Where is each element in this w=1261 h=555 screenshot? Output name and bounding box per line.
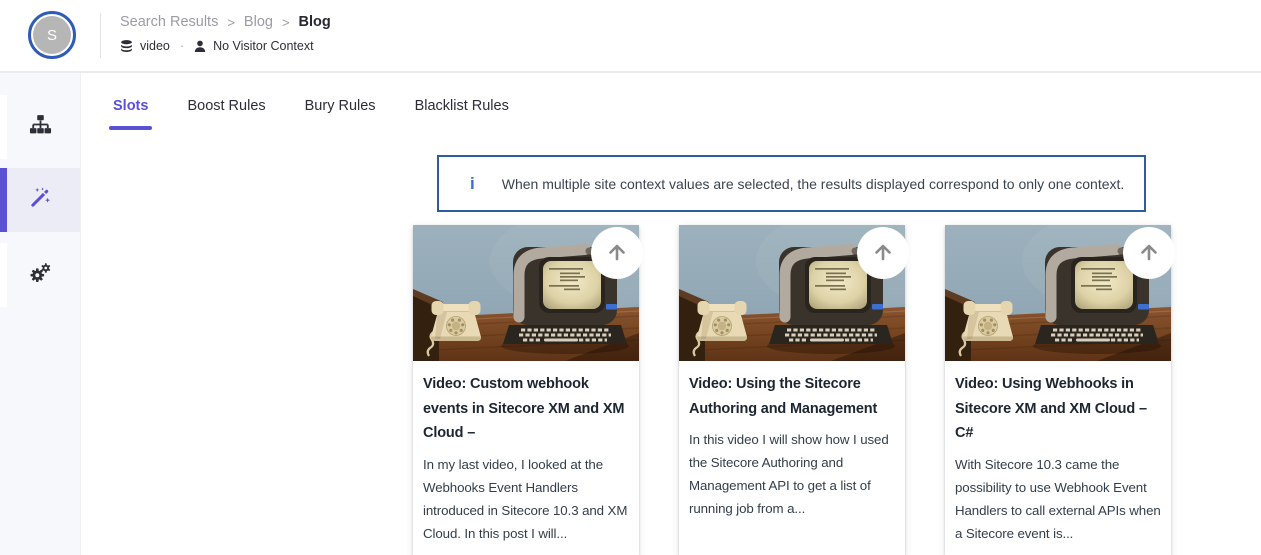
tab-boost-rules[interactable]: Boost Rules bbox=[186, 96, 266, 130]
result-card: Video: Using the Sitecore Authoring and … bbox=[679, 225, 909, 555]
arrow-up-icon bbox=[1137, 240, 1161, 267]
visitor-icon bbox=[194, 40, 206, 53]
source-label: video bbox=[140, 39, 170, 53]
breadcrumb-separator: > bbox=[227, 14, 235, 30]
breadcrumb: Search Results > Blog > Blog bbox=[120, 14, 331, 30]
breadcrumb-item-search-results[interactable]: Search Results bbox=[120, 14, 218, 30]
tab-slots[interactable]: Slots bbox=[108, 96, 153, 130]
card-title: Video: Custom webhook events in Sitecore… bbox=[423, 376, 625, 441]
promote-up-button[interactable] bbox=[857, 227, 909, 279]
avatar[interactable]: S bbox=[28, 11, 76, 59]
gears-icon bbox=[28, 261, 52, 290]
arrow-up-icon bbox=[871, 240, 895, 267]
result-card: Video: Custom webhook events in Sitecore… bbox=[413, 225, 643, 555]
avatar-initial: S bbox=[33, 16, 71, 54]
sidebar-item-domain-settings[interactable] bbox=[0, 95, 80, 159]
arrow-up-icon bbox=[605, 240, 629, 267]
tab-blacklist-rules[interactable]: Blacklist Rules bbox=[414, 96, 510, 130]
sitemap-icon bbox=[29, 113, 52, 141]
header-divider bbox=[100, 13, 101, 58]
sidebar-item-global-resources[interactable] bbox=[0, 168, 80, 232]
info-banner-text: When multiple site context values are se… bbox=[501, 175, 1125, 192]
magic-wand-icon bbox=[29, 186, 52, 214]
database-icon bbox=[120, 39, 133, 53]
main-content: Slots Boost Rules Bury Rules Blacklist R… bbox=[81, 73, 1261, 555]
app-window: S Search Results > Blog > Blog video · N… bbox=[0, 0, 1261, 555]
active-indicator bbox=[0, 243, 7, 307]
sidebar-item-administration[interactable] bbox=[0, 243, 80, 307]
info-icon: i bbox=[470, 174, 475, 193]
breadcrumb-separator: > bbox=[281, 14, 290, 30]
context-dot: · bbox=[179, 39, 185, 53]
card-description: In my last video, I looked at the Webhoo… bbox=[423, 456, 628, 541]
card-description: In this video I will show how I used the… bbox=[689, 432, 889, 516]
breadcrumb-item-blog[interactable]: Blog bbox=[244, 14, 273, 30]
active-indicator bbox=[0, 95, 7, 159]
card-description: With Sitecore 10.3 came the possibility … bbox=[955, 456, 1161, 541]
tab-bury-rules[interactable]: Bury Rules bbox=[304, 96, 377, 130]
promote-up-button[interactable] bbox=[591, 227, 643, 279]
promote-up-button[interactable] bbox=[1123, 227, 1175, 279]
sidebar bbox=[0, 73, 81, 555]
card-title: Video: Using the Sitecore Authoring and … bbox=[689, 376, 878, 417]
visitor-context-label: No Visitor Context bbox=[213, 39, 314, 53]
result-card: Video: Using Webhooks in Sitecore XM and… bbox=[945, 225, 1175, 555]
tab-bar: Slots Boost Rules Bury Rules Blacklist R… bbox=[108, 96, 510, 130]
card-title: Video: Using Webhooks in Sitecore XM and… bbox=[955, 376, 1147, 441]
active-indicator bbox=[0, 168, 7, 232]
results-row: Video: Custom webhook events in Sitecore… bbox=[413, 225, 1175, 555]
info-banner: i When multiple site context values are … bbox=[437, 155, 1146, 212]
app-header: S Search Results > Blog > Blog video · N… bbox=[0, 0, 1261, 71]
breadcrumb-item-current: Blog bbox=[298, 14, 331, 30]
context-row: video · No Visitor Context bbox=[120, 39, 314, 53]
